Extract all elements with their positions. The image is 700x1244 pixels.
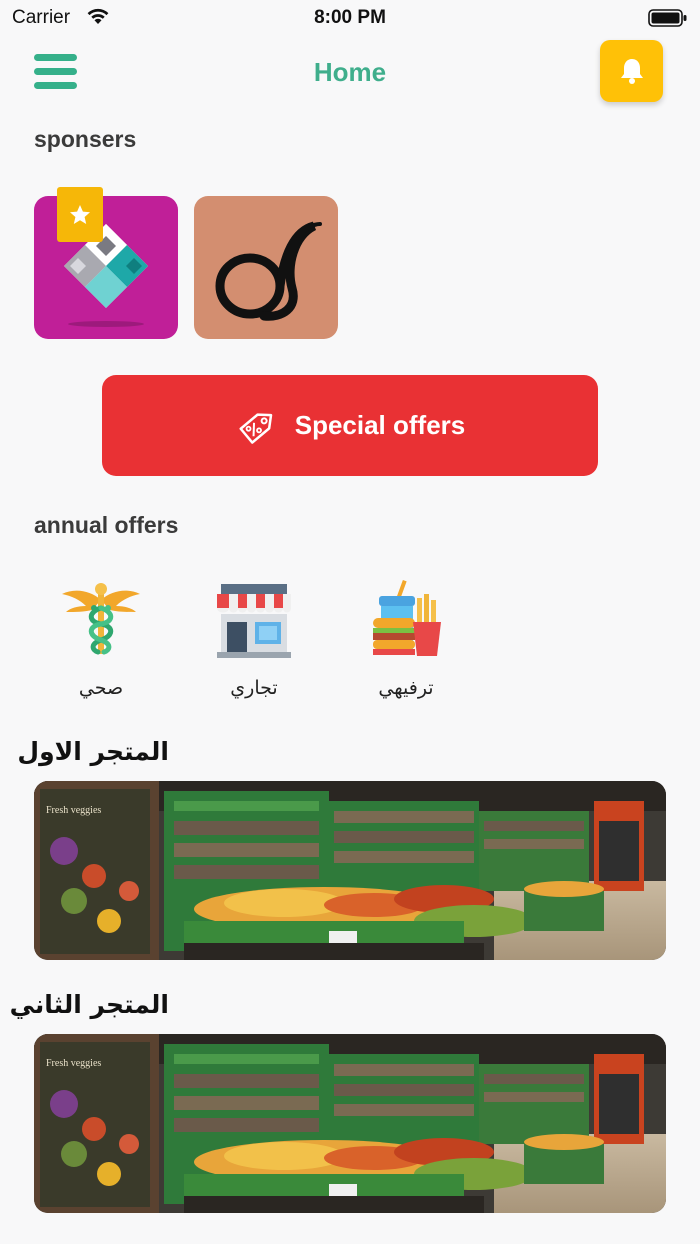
category-entertainment[interactable]: ترفيهي (361, 578, 451, 699)
fast-food-icon (373, 579, 441, 656)
status-bar: Carrier 8:00 PM (0, 0, 700, 36)
annual-offers-title: annual offers (34, 512, 179, 538)
sponsor-card[interactable] (194, 196, 338, 339)
category-label: تجاري (230, 677, 278, 699)
clock: 8:00 PM (314, 7, 386, 28)
special-offers-label: Special offers (294, 410, 466, 440)
category-health[interactable]: صحي (56, 578, 146, 699)
diamond-logo-icon (64, 224, 148, 327)
category-label: ترفيهي (378, 677, 434, 699)
sponsors-title: sponsers (34, 126, 137, 152)
caduceus-icon (62, 583, 140, 655)
store-banner-image[interactable]: Fresh veggies (34, 781, 666, 960)
price-tag-icon (239, 412, 273, 444)
page-title: Home (313, 57, 387, 87)
svg-text:Fresh veggies: Fresh veggies (46, 1058, 101, 1069)
notification-button[interactable] (600, 40, 663, 102)
star-icon (70, 204, 90, 224)
featured-badge (57, 187, 103, 242)
category-commercial[interactable]: تجاري (209, 578, 299, 699)
sponsor-card[interactable] (34, 187, 178, 339)
storefront-icon (217, 584, 291, 658)
store-title: المتجر الثاني (9, 990, 169, 1019)
special-offers-button[interactable]: Special offers (102, 375, 598, 476)
category-label: صحي (78, 677, 124, 699)
store-banner-image[interactable]: Fresh veggies (34, 1034, 666, 1213)
bell-icon (620, 59, 643, 84)
svg-text:Fresh veggies: Fresh veggies (46, 805, 101, 816)
store-title: المتجر الاول (17, 737, 169, 766)
battery-icon (648, 8, 688, 33)
script-s-logo-icon (215, 221, 322, 321)
